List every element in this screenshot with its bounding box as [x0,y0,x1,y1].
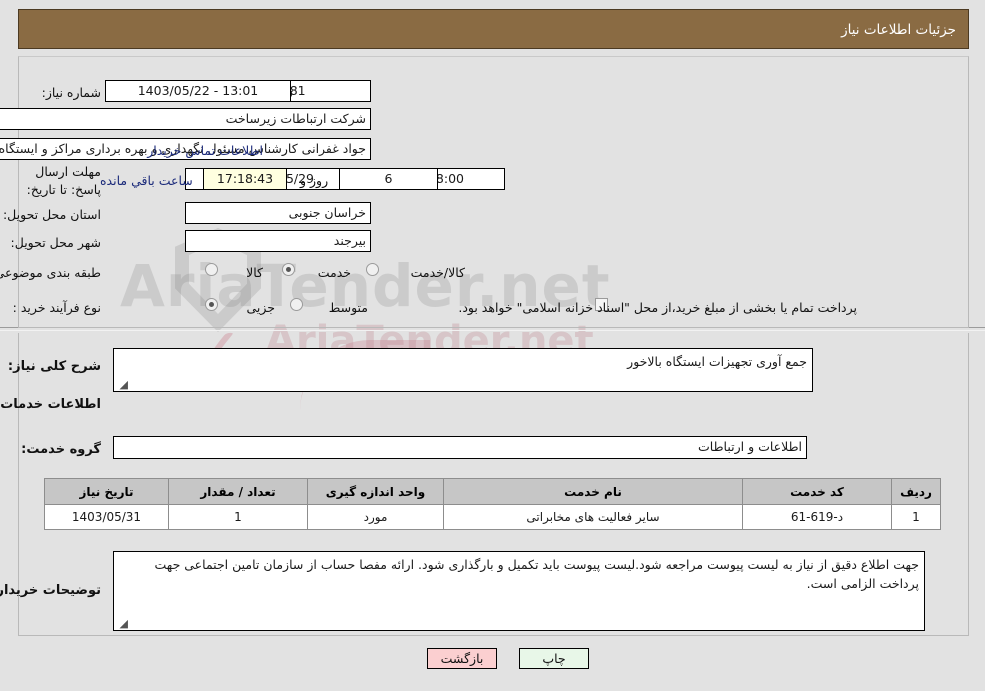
cell-row: 1 [891,504,941,530]
buyer-notes-textarea[interactable]: جهت اطلاع دقیق از نیاز به لیست پیوست مرا… [113,551,925,631]
col-row: ردیف [891,478,941,505]
remaining-days-label: روز و [300,173,329,188]
deadline-label: مهلت ارسال پاسخ: تا تاریخ: [26,164,101,198]
table-row[interactable]: 1 د-619-61 سایر فعالیت های مخابراتی مورد… [44,504,941,530]
col-code: کد خدمت [742,478,892,505]
col-unit: واحد اندازه گیری [307,478,444,505]
delivery-province-field[interactable]: خراسان جنوبی [185,202,371,224]
cell-name: سایر فعالیت های مخابراتی [443,504,743,530]
buyer-notes-value: جهت اطلاع دقیق از نیاز به لیست پیوست مرا… [154,557,919,592]
summary-need-label: شرح کلی نیاز: [7,359,101,374]
remaining-days-field[interactable]: 6 [339,168,438,190]
subject-category-label: طبقه بندی موضوعی: [0,265,101,280]
radio-category-khedmat-label: خدمت [317,265,351,280]
service-group-field[interactable]: اطلاعات و ارتباطات [113,436,807,459]
buyer-contact-link[interactable]: اطلاعات تماس خریدار [147,143,263,158]
buyer-org-field[interactable]: شرکت ارتباطات زیرساخت [0,108,371,130]
need-number-label: شماره نیاز: [41,85,101,100]
buyer-notes-label: توضیحات خریدار: [0,583,101,598]
delivery-city-field[interactable]: بیرجند [185,230,371,252]
col-quantity: تعداد / مقدار [168,478,308,505]
radio-process-jozii[interactable] [205,298,218,311]
remaining-time-field: 17:18:43 [203,168,287,190]
radio-category-kala-label: کالا [246,265,263,280]
radio-category-kala[interactable] [205,263,218,276]
remaining-time-label: ساعت باقي مانده [100,173,193,188]
resize-grip-icon[interactable]: ◢ [117,379,128,390]
summary-need-textarea[interactable]: جمع آوری تجهیزات ایستگاه بالاخور ◢ [113,348,813,392]
table-header-row: ردیف کد خدمت نام خدمت واحد اندازه گیری ت… [44,478,941,505]
services-table: ردیف کد خدمت نام خدمت واحد اندازه گیری ت… [44,478,941,530]
services-section-title: اطلاعات خدمات مورد نیاز [0,397,101,412]
back-button[interactable]: بازگشت [427,648,497,669]
radio-category-kala-khedmat-label: کالا/خدمت [410,265,465,280]
page-header-band: جزئیات اطلاعات نیاز [18,9,969,49]
announce-datetime-field[interactable]: 1403/05/22 - 13:01 [105,80,291,102]
delivery-city-label: شهر محل تحویل: [10,235,101,250]
purchase-process-label: نوع فرآیند خرید : [12,300,101,315]
radio-category-khedmat[interactable] [282,263,295,276]
service-group-label: گروه خدمت: [21,442,101,457]
treasury-payment-label: پرداخت تمام یا بخشی از مبلغ خرید،از محل … [458,300,857,315]
page-title: جزئیات اطلاعات نیاز [841,22,956,38]
col-date: تاریخ نیاز [44,478,169,505]
radio-process-motevasset-label: متوسط [328,300,368,315]
radio-category-kala-khedmat[interactable] [366,263,379,276]
col-name: نام خدمت [443,478,743,505]
resize-grip-icon-notes[interactable]: ◢ [117,618,128,629]
print-button[interactable]: چاپ [519,648,589,669]
delivery-province-label: استان محل تحویل: [2,207,101,222]
cell-code: د-619-61 [742,504,892,530]
summary-need-value: جمع آوری تجهیزات ایستگاه بالاخور [627,354,807,369]
cell-date: 1403/05/31 [44,504,169,530]
radio-process-motevasset[interactable] [290,298,303,311]
cell-unit: مورد [307,504,444,530]
cell-quantity: 1 [168,504,308,530]
radio-process-jozii-label: جزیی [246,300,275,315]
